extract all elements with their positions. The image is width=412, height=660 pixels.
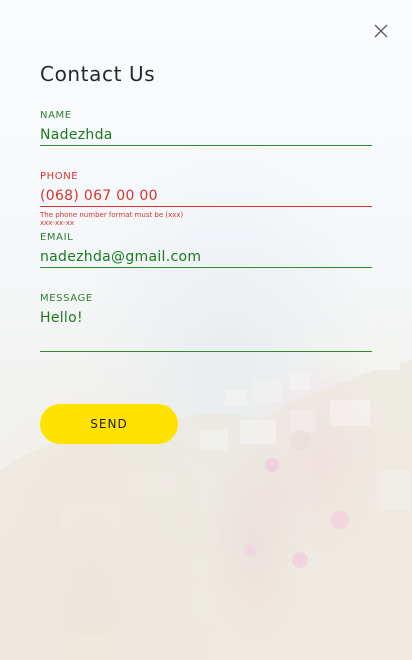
message-input[interactable]: Hello! [40,310,372,352]
close-icon[interactable] [372,22,390,40]
name-field-group: NAME [40,110,372,146]
phone-label: PHONE [40,171,79,182]
phone-field-group: PHONE The phone number format must be (x… [40,171,372,227]
phone-error-message: The phone number format must be (xxx) xx… [40,211,184,227]
form-title: Contact Us [40,62,156,86]
name-input[interactable] [40,125,372,146]
email-input[interactable] [40,247,372,268]
send-button[interactable]: SEND [40,404,178,444]
email-label: EMAIL [40,232,74,243]
email-field-group: EMAIL [40,232,372,268]
message-field-group: MESSAGE Hello! [40,293,372,352]
name-label: NAME [40,110,72,121]
contact-modal: Contact Us NAME PHONE The phone number f… [0,0,412,660]
message-label: MESSAGE [40,293,93,304]
phone-input[interactable] [40,186,372,207]
